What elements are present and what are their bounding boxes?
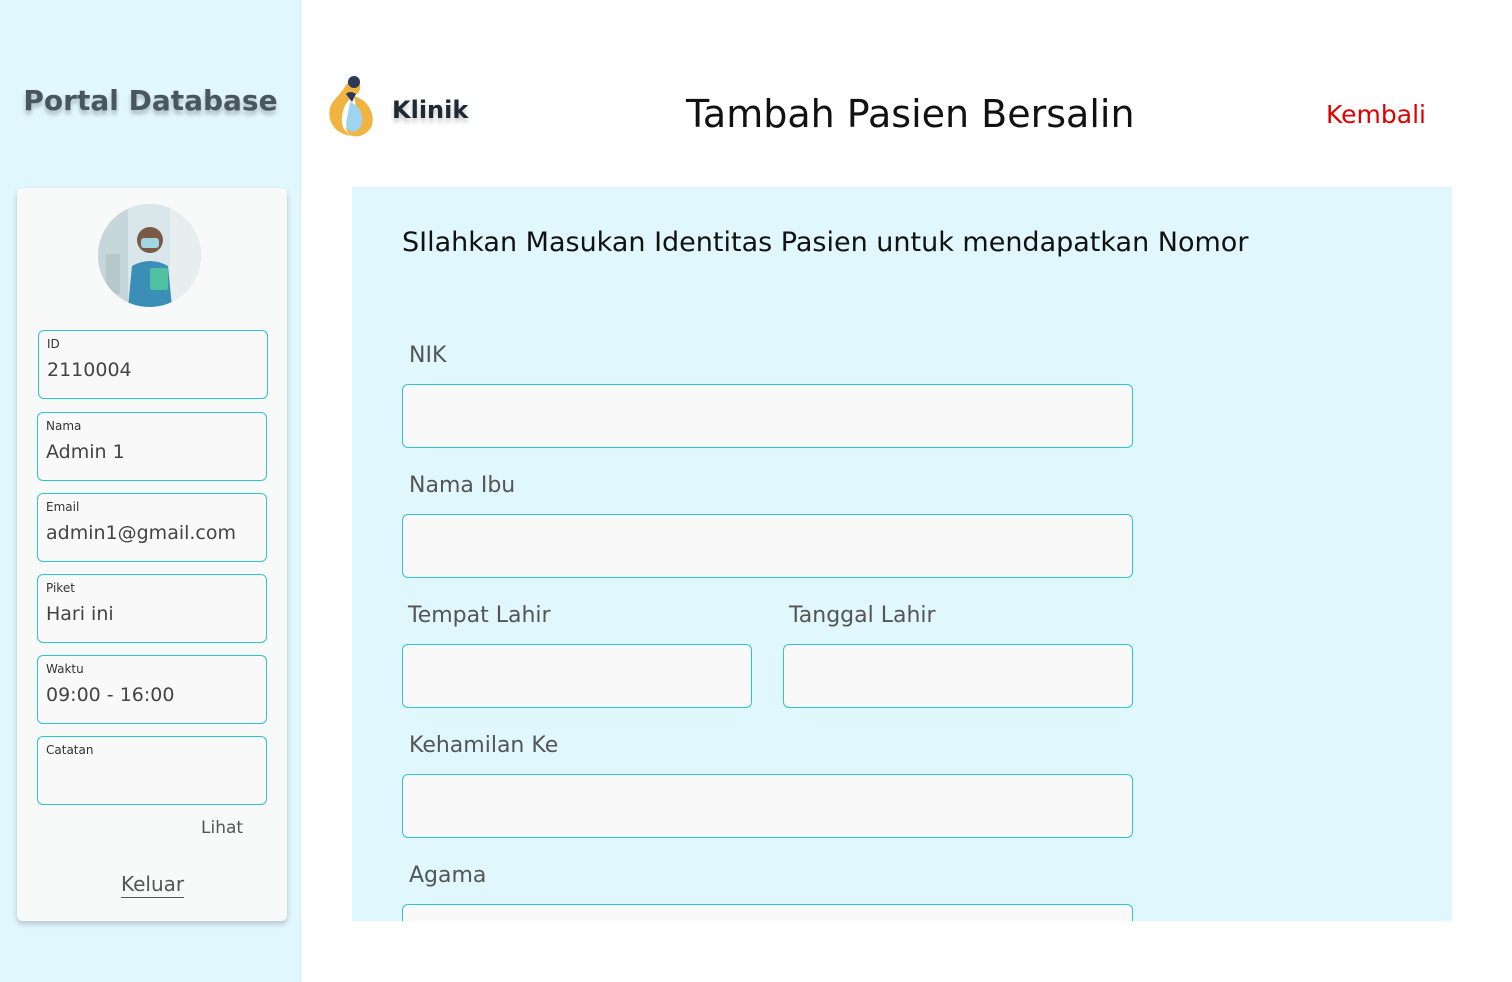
- agama-label: Agama: [409, 863, 487, 888]
- sidebar-title: Portal Database: [23, 84, 278, 117]
- tanggal-lahir-label: Tanggal Lahir: [789, 603, 936, 628]
- nama-field: Nama Admin 1: [37, 412, 267, 481]
- clinic-logo-icon: [326, 72, 378, 140]
- nama-ibu-input[interactable]: [402, 514, 1133, 578]
- email-label: Email: [46, 500, 80, 514]
- id-field: ID 2110004: [38, 330, 268, 399]
- kehamilan-ke-label: Kehamilan Ke: [409, 733, 559, 758]
- nama-label: Nama: [46, 419, 82, 433]
- id-value: 2110004: [47, 359, 132, 381]
- tanggal-lahir-input[interactable]: [783, 644, 1133, 708]
- agama-input[interactable]: [402, 904, 1133, 921]
- catatan-field: Catatan: [37, 736, 267, 805]
- profile-card: ID 2110004 Nama Admin 1 Email admin1@gma…: [17, 188, 287, 921]
- piket-label: Piket: [46, 581, 75, 595]
- sidebar: Portal Database ID 2110004 Nama Admin 1 …: [0, 0, 301, 982]
- avatar-image: [98, 204, 201, 307]
- waktu-value: 09:00 - 16:00: [46, 684, 175, 706]
- logout-link[interactable]: Keluar: [121, 872, 185, 898]
- kehamilan-ke-input[interactable]: [402, 774, 1133, 838]
- waktu-field: Waktu 09:00 - 16:00: [37, 655, 267, 724]
- email-value: admin1@gmail.com: [46, 522, 237, 544]
- nik-input[interactable]: [402, 384, 1133, 448]
- form-heading: SIlahkan Masukan Identitas Pasien untuk …: [402, 227, 1249, 258]
- patient-form: SIlahkan Masukan Identitas Pasien untuk …: [352, 187, 1452, 921]
- brand-name: Klinik: [392, 96, 469, 124]
- nama-ibu-label: Nama Ibu: [409, 473, 516, 498]
- tempat-lahir-input[interactable]: [402, 644, 752, 708]
- back-link[interactable]: Kembali: [1326, 100, 1426, 129]
- id-label: ID: [47, 337, 60, 351]
- tempat-lahir-label: Tempat Lahir: [408, 603, 551, 628]
- catatan-label: Catatan: [46, 743, 94, 757]
- piket-field: Piket Hari ini: [37, 574, 267, 643]
- nama-value: Admin 1: [46, 441, 125, 463]
- waktu-label: Waktu: [46, 662, 84, 676]
- nik-label: NIK: [409, 343, 447, 368]
- piket-value: Hari ini: [46, 603, 114, 625]
- view-notes-link[interactable]: Lihat: [201, 818, 243, 838]
- email-field: Email admin1@gmail.com: [37, 493, 267, 562]
- page-title: Tambah Pasien Bersalin: [686, 92, 1135, 136]
- avatar: [98, 204, 201, 307]
